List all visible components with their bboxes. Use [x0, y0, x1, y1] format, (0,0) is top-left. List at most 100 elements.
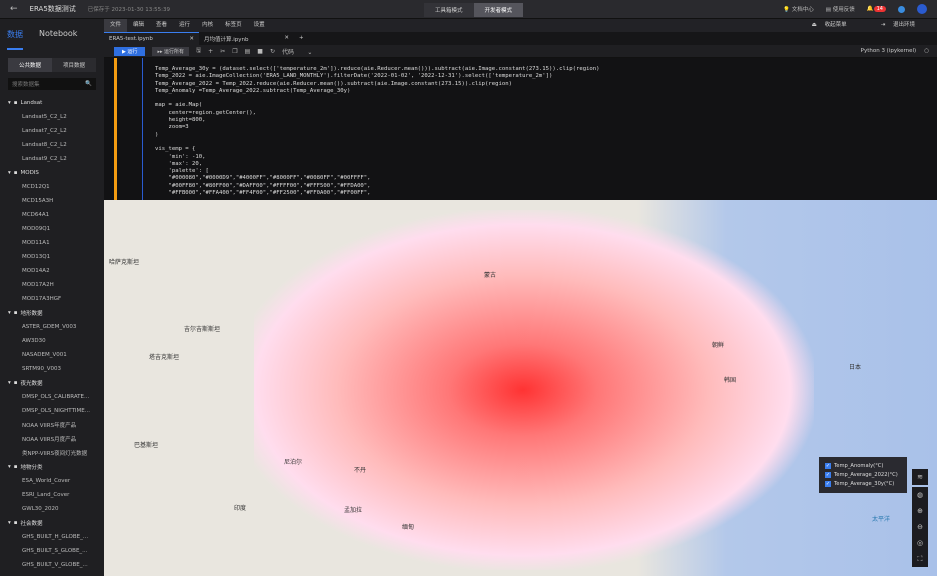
dataset-item[interactable]: MCD12Q1: [0, 180, 104, 194]
dataset-item[interactable]: ESA_World_Cover: [0, 474, 104, 488]
dataset-item[interactable]: MOD17A3HGF: [0, 292, 104, 306]
toolbox-mode-button[interactable]: 工具箱模式: [424, 3, 474, 17]
dataset-item[interactable]: MOD11A1: [0, 236, 104, 250]
dataset-item[interactable]: MCD15A3H: [0, 194, 104, 208]
code-text[interactable]: Temp_Average_30y = (dataset.select(['tem…: [155, 66, 600, 197]
close-icon[interactable]: ✕: [189, 36, 194, 42]
cell-type-select[interactable]: 代码 ⌄: [282, 47, 312, 56]
menu-tabs[interactable]: 标签页: [219, 19, 248, 32]
menu-kernel[interactable]: 内核: [196, 19, 219, 32]
temperature-anomaly-layer: [254, 210, 814, 570]
menu-view[interactable]: 查看: [150, 19, 173, 32]
globe-icon[interactable]: ◍: [912, 487, 928, 503]
dataset-item[interactable]: DMSP_OLS_CALIBRATE...: [0, 390, 104, 404]
menu-edit[interactable]: 编辑: [127, 19, 150, 32]
map-controls: ◍ ⊕ ⊖ ◎ ⛶: [912, 487, 928, 567]
paste-icon[interactable]: ▤: [245, 48, 251, 55]
stop-icon[interactable]: ■: [257, 48, 263, 55]
dataset-item[interactable]: NOAA VIIRS月度产品: [0, 432, 104, 446]
cell-type-label: 代码: [282, 48, 295, 56]
dataset-group[interactable]: ▾ ▪ Landsat: [0, 96, 104, 110]
dataset-item[interactable]: ASTER_GDEM_V003: [0, 320, 104, 334]
map-label: 缅甸: [402, 524, 415, 531]
map-label: 朝鲜: [712, 342, 725, 349]
menu-file[interactable]: 文件: [104, 19, 128, 32]
menu-bar: 文件 编辑 查看 运行 内核 标签页 设置 ⏏ 收起菜单 ⇥ 退出环境: [104, 19, 937, 32]
dataset-item[interactable]: MOD09Q1: [0, 222, 104, 236]
dataset-item[interactable]: MOD17A2H: [0, 278, 104, 292]
dataset-item[interactable]: NASADEM_V001: [0, 348, 104, 362]
menu-settings[interactable]: 设置: [248, 19, 271, 32]
project-title: ERA5数据测试: [29, 5, 76, 13]
dataset-item[interactable]: Landsat8_C2_L2: [0, 138, 104, 152]
add-cell-icon[interactable]: +: [208, 48, 213, 55]
dataset-item[interactable]: NOAA VIIRS年度产品: [0, 418, 104, 432]
caret-down-icon: ▾: [8, 100, 11, 106]
tab-era5-test[interactable]: ERA5-test.ipynb ✕: [104, 32, 199, 45]
save-icon[interactable]: 🖫: [196, 46, 201, 56]
feedback-link[interactable]: ▤ 使用反馈: [826, 5, 855, 13]
checkbox-icon[interactable]: ✓: [825, 480, 831, 487]
folder-icon: ▪: [13, 310, 18, 316]
avatar[interactable]: [917, 4, 927, 14]
map-view[interactable]: 哈萨克斯坦 蒙古 吉尔吉斯斯坦 塔吉克斯坦 巴基斯坦 尼泊尔 不丹 印度 孟加拉…: [104, 200, 937, 576]
menu-run[interactable]: 运行: [173, 19, 196, 32]
zoom-out-icon[interactable]: ⊖: [912, 519, 928, 535]
developer-mode-button[interactable]: 开发者模式: [473, 3, 524, 17]
dataset-group[interactable]: ▾ ▪ MODIS: [0, 166, 104, 180]
dataset-item[interactable]: Landsat7_C2_L2: [0, 124, 104, 138]
exit-env-button[interactable]: ⇥ 退出环境: [875, 19, 927, 32]
layer-name: Temp_Average_2022(°C): [834, 471, 898, 478]
public-data-tab[interactable]: 公共数据: [8, 58, 52, 72]
dataset-group[interactable]: ▾ ▪ 社会数据: [0, 516, 104, 530]
dataset-item[interactable]: MCD64A1: [0, 208, 104, 222]
layer-toggle[interactable]: ✓ Temp_Average_2022(°C): [825, 470, 901, 479]
layer-toggle[interactable]: ✓ Temp_Average_30y(°C): [825, 479, 901, 488]
project-data-tab[interactable]: 项目数据: [52, 58, 96, 72]
dataset-item[interactable]: AW3D30: [0, 334, 104, 348]
cut-icon[interactable]: ✂: [220, 48, 225, 55]
tab-notebook[interactable]: Notebook: [39, 29, 77, 50]
checkbox-icon[interactable]: ✓: [825, 462, 831, 469]
zoom-in-icon[interactable]: ⊕: [912, 503, 928, 519]
new-tab-button[interactable]: +: [294, 32, 314, 45]
dataset-item[interactable]: ESRI_Land_Cover: [0, 488, 104, 502]
dataset-item[interactable]: MOD13Q1: [0, 250, 104, 264]
status-icon[interactable]: [898, 5, 905, 13]
locate-icon[interactable]: ◎: [912, 535, 928, 551]
dataset-item[interactable]: Landsat9_C2_L2: [0, 152, 104, 166]
dataset-group[interactable]: ▾ ▪ 夜光数据: [0, 376, 104, 390]
back-icon[interactable]: ←: [10, 4, 18, 14]
run-all-button[interactable]: ▸▸ 运行所有: [152, 46, 190, 56]
dataset-item[interactable]: DMSP_OLS_NIGHTTIME...: [0, 404, 104, 418]
layer-toggle[interactable]: ✓ Temp_Anomaly(°C): [825, 461, 901, 470]
dataset-item[interactable]: GHS_BUILT_H_GLOBE_...: [0, 530, 104, 544]
docs-link[interactable]: 💡 文档中心: [783, 5, 814, 13]
dataset-item[interactable]: GWL30_2020: [0, 502, 104, 516]
tab-data[interactable]: 数据: [7, 29, 23, 50]
dataset-item[interactable]: SRTM90_V003: [0, 362, 104, 376]
dataset-item[interactable]: Landsat5_C2_L2: [0, 110, 104, 124]
dataset-item[interactable]: GHS_BUILT_V_GLOBE_...: [0, 558, 104, 572]
dataset-search-input[interactable]: 搜索数据集 🔍: [8, 78, 96, 90]
dataset-item[interactable]: 类NPP-VIIRS夜间灯光数据: [0, 446, 104, 460]
dataset-item[interactable]: GHS_BUILT_S_GLOBE_...: [0, 544, 104, 558]
layers-button[interactable]: ≋: [912, 469, 928, 485]
dataset-item[interactable]: MOD14A2: [0, 264, 104, 278]
collapse-menu-button[interactable]: ⏏ 收起菜单: [806, 19, 859, 32]
layer-legend: ✓ Temp_Anomaly(°C) ✓ Temp_Average_2022(°C)…: [819, 457, 907, 493]
kernel-name[interactable]: Python 3 (ipykernel): [861, 48, 917, 54]
code-cell[interactable]: Temp_Average_30y = (dataset.select(['tem…: [104, 58, 937, 200]
notifications-button[interactable]: 🔔 14: [867, 6, 886, 12]
dataset-group[interactable]: ▾ ▪ 地物分类: [0, 460, 104, 474]
close-icon[interactable]: ✕: [284, 35, 289, 42]
map-label: 蒙古: [484, 272, 497, 279]
restart-icon[interactable]: ↻: [270, 48, 275, 55]
checkbox-icon[interactable]: ✓: [825, 471, 831, 478]
tab-label: ERA5-test.ipynb: [109, 36, 153, 42]
tab-monthly-mean[interactable]: 月均值计算.ipynb ✕: [199, 32, 294, 45]
dataset-group[interactable]: ▾ ▪ 地形数据: [0, 306, 104, 320]
run-button[interactable]: ▶ 运行: [114, 46, 146, 56]
copy-icon[interactable]: ❐: [232, 48, 237, 55]
fullscreen-icon[interactable]: ⛶: [912, 551, 928, 567]
